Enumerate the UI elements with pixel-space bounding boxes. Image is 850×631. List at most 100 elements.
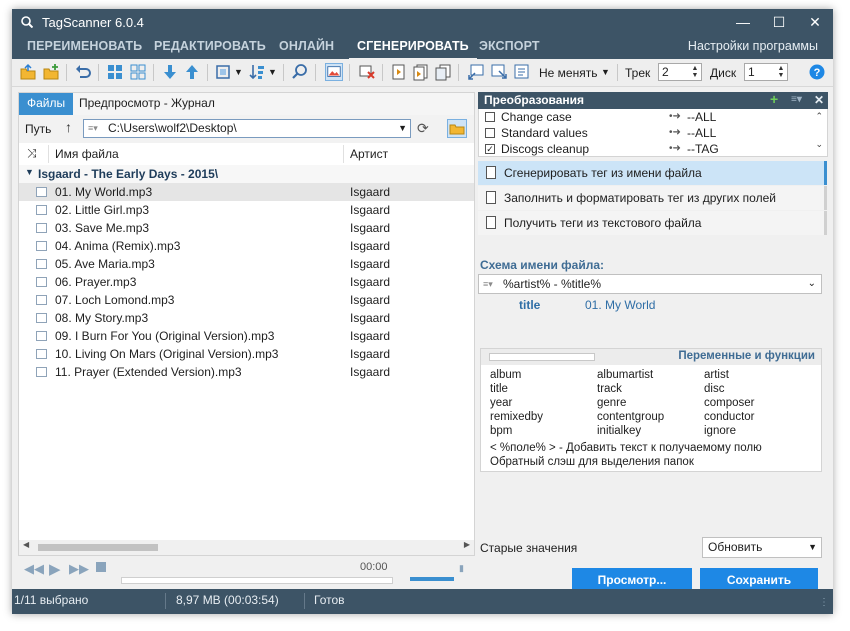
browse-folder-icon[interactable] [447, 119, 467, 138]
track-spinner[interactable]: 2 ▲ ▼ [658, 63, 702, 81]
action-tags-from-textfile[interactable]: Получить теги из текстового файла [478, 211, 827, 235]
volume-bar[interactable] [410, 577, 454, 581]
variables-filter-bar[interactable] [489, 353, 595, 361]
transform-item[interactable]: ✓ Discogs cleanup •➜ --TAG [485, 141, 805, 157]
case-mode-select[interactable]: Не менять [539, 66, 597, 80]
menu-edit[interactable]: РЕДАКТИРОВАТЬ [154, 39, 266, 53]
program-settings-link[interactable]: Настройки программы [688, 39, 818, 53]
transform-item[interactable]: Standard values •➜ --ALL [485, 125, 805, 141]
volume-icon[interactable]: ▮ [459, 563, 464, 574]
table-row[interactable]: 02. Little Girl.mp3 Isgaard [19, 201, 474, 219]
spinner-arrows-icon[interactable]: ▲ ▼ [776, 65, 786, 79]
scheme-input[interactable]: ≡▾ %artist% - %title% ⌄ [478, 274, 822, 294]
up-arrow-icon[interactable]: ↑ [65, 119, 72, 135]
variable-item[interactable]: contentgroup [597, 411, 664, 423]
disc-spinner[interactable]: 1 ▲ ▼ [744, 63, 788, 81]
history-icon[interactable]: ≡▾ [483, 275, 493, 293]
action-fill-format-tag[interactable]: Заполнить и форматировать тег из других … [478, 186, 827, 210]
path-dropdown-icon[interactable]: ▼ [398, 120, 407, 137]
shuffle-icon[interactable]: ⤨ [27, 146, 37, 161]
play-file-icon[interactable] [390, 63, 408, 81]
horizontal-scrollbar[interactable]: ◀ ▶ [19, 540, 474, 555]
add-icon[interactable]: + [770, 92, 778, 107]
open-folder-icon[interactable] [19, 63, 37, 81]
remove-tags-icon[interactable] [358, 63, 376, 81]
variable-item[interactable]: remixedby [490, 411, 543, 423]
menu-export[interactable]: ЭКСПОРТ [479, 39, 540, 53]
close-button[interactable]: ✕ [800, 12, 830, 32]
table-row[interactable]: 11. Prayer (Extended Version).mp3 Isgaard [19, 363, 474, 381]
case-mode-dropdown-icon[interactable]: ▼ [601, 67, 610, 77]
sort-icon[interactable] [248, 63, 266, 81]
play-icon[interactable]: ▶ [49, 560, 61, 578]
deselect-all-icon[interactable] [129, 63, 147, 81]
variable-item[interactable]: initialkey [597, 425, 641, 437]
table-row[interactable]: 10. Living On Mars (Original Version).mp… [19, 345, 474, 363]
transform-item[interactable]: Change case •➜ --ALL [485, 109, 805, 125]
variable-item[interactable]: artist [704, 369, 729, 381]
undo-icon[interactable] [74, 63, 92, 81]
menu-online[interactable]: ОНЛАЙН [279, 39, 334, 53]
path-input[interactable]: ≡▾ C:\Users\wolf2\Desktop\ ▼ [83, 119, 411, 138]
select-dropdown-icon[interactable]: ▼ [808, 538, 817, 557]
table-row[interactable]: 09. I Burn For You (Original Version).mp… [19, 327, 474, 345]
checkbox-checked[interactable]: ✓ [485, 144, 495, 154]
menu-generate[interactable]: СГЕНЕРИРОВАТЬ [349, 39, 477, 61]
table-row[interactable]: 07. Loch Lomond.mp3 Isgaard [19, 291, 474, 309]
image-cover-icon[interactable] [325, 63, 343, 81]
scrollbar-thumb[interactable] [38, 544, 158, 551]
variable-item[interactable]: genre [597, 397, 626, 409]
scroll-down-icon[interactable]: ⌄ [815, 139, 823, 150]
frame-icon[interactable] [214, 63, 232, 81]
fast-forward-icon[interactable]: ▶▶ [69, 561, 89, 577]
table-row[interactable]: 04. Anima (Remix).mp3 Isgaard [19, 237, 474, 255]
scheme-dropdown-icon[interactable]: ⌄ [808, 275, 816, 293]
refresh-icon[interactable]: ⟳ [417, 120, 429, 137]
column-artist[interactable]: Артист [350, 147, 388, 161]
search-icon[interactable] [291, 63, 309, 81]
tab-files[interactable]: Файлы [19, 93, 74, 115]
table-row[interactable]: 08. My Story.mp3 Isgaard [19, 309, 474, 327]
scroll-left-icon[interactable]: ◀ [23, 540, 29, 549]
seek-bar[interactable] [121, 577, 393, 584]
table-row[interactable]: 03. Save Me.mp3 Isgaard [19, 219, 474, 237]
frame-dropdown-icon[interactable]: ▼ [234, 67, 243, 77]
stop-icon[interactable] [96, 562, 106, 572]
move-up-icon[interactable] [183, 63, 201, 81]
spinner-arrows-icon[interactable]: ▲ ▼ [690, 65, 700, 79]
scroll-up-icon[interactable]: ⌃ [815, 111, 823, 122]
table-row[interactable]: 01. My World.mp3 Isgaard [19, 183, 474, 201]
action-generate-from-filename[interactable]: Сгенерировать тег из имени файла [478, 161, 827, 185]
help-icon[interactable]: ? [808, 63, 826, 81]
export-image-icon[interactable] [467, 63, 485, 81]
collapse-arrow-icon[interactable]: ▼ [25, 167, 34, 177]
old-values-select[interactable]: Обновить ▼ [702, 537, 822, 558]
rewind-icon[interactable]: ◀◀ [24, 561, 44, 577]
close-transforms-icon[interactable]: ✕ [814, 92, 824, 108]
variable-item[interactable]: conductor [704, 411, 755, 423]
variable-item[interactable]: composer [704, 397, 755, 409]
sort-dropdown-icon[interactable]: ▼ [268, 67, 277, 77]
copy-files-icon[interactable] [434, 63, 452, 81]
variable-item[interactable]: track [597, 383, 622, 395]
variable-item[interactable]: disc [704, 383, 724, 395]
play-files-icon[interactable] [412, 63, 430, 81]
list-image-icon[interactable] [513, 63, 531, 81]
variable-item[interactable]: albumartist [597, 369, 653, 381]
import-image-icon[interactable] [490, 63, 508, 81]
scroll-right-icon[interactable]: ▶ [464, 540, 470, 549]
variable-item[interactable]: year [490, 397, 512, 409]
checkbox[interactable] [485, 112, 495, 122]
checkbox[interactable] [485, 128, 495, 138]
menu-rename[interactable]: ПЕРЕИМЕНОВАТЬ [27, 39, 142, 53]
select-all-icon[interactable] [106, 63, 124, 81]
table-row[interactable]: 06. Prayer.mp3 Isgaard [19, 273, 474, 291]
history-icon[interactable]: ≡▾ [88, 120, 98, 137]
variable-item[interactable]: ignore [704, 425, 736, 437]
add-folder-icon[interactable] [42, 63, 60, 81]
variable-item[interactable]: bpm [490, 425, 512, 437]
move-down-icon[interactable] [161, 63, 179, 81]
variable-item[interactable]: album [490, 369, 521, 381]
minimize-button[interactable]: — [728, 12, 758, 32]
table-row[interactable]: 05. Ave Maria.mp3 Isgaard [19, 255, 474, 273]
